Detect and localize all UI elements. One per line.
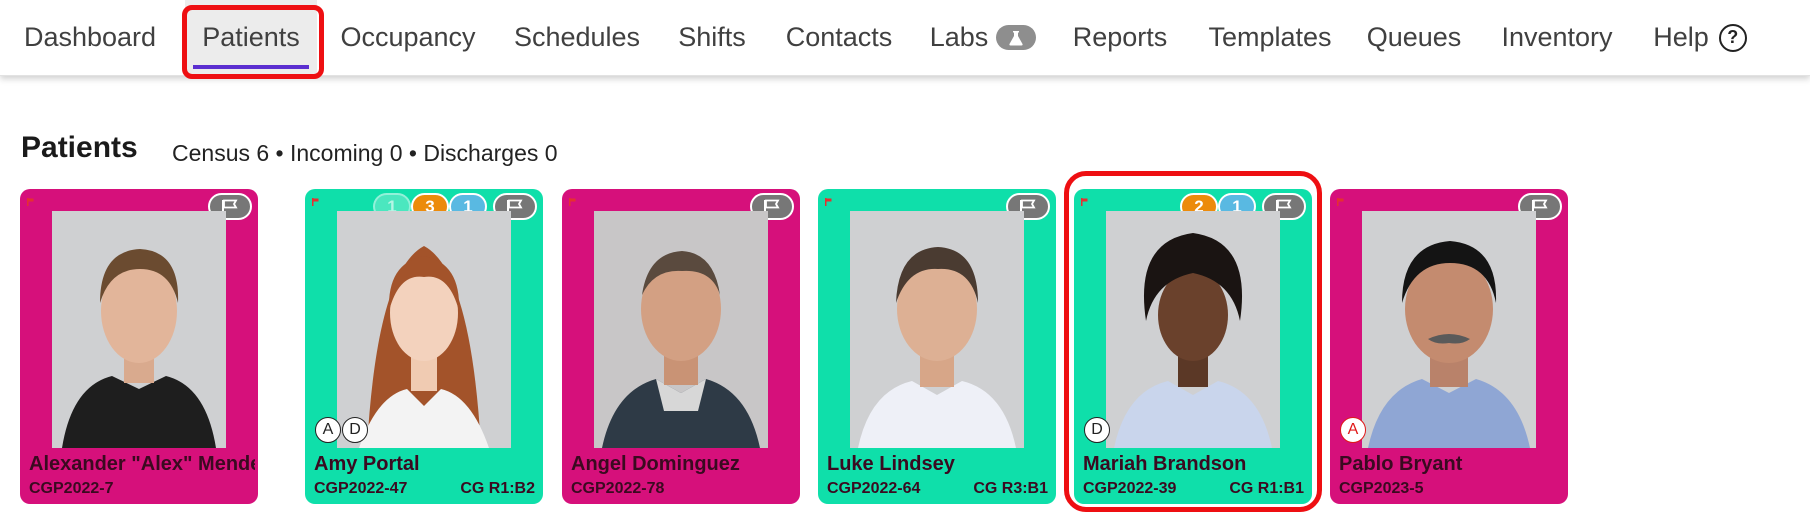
patient-card[interactable]: Angel Dominguez CGP2022-78 [562,189,800,504]
patient-id: CGP2022-64 [827,480,921,497]
nav-queues-label: Queues [1366,22,1462,52]
patient-name: Mariah Brandson [1083,453,1247,475]
nav-shifts-label: Shifts [678,22,746,52]
patient-bed: CG R1:B2 [460,480,535,497]
page-title: Patients [21,131,138,164]
patient-id: CGP2022-7 [29,480,114,497]
flask-icon [996,25,1037,50]
nav-help[interactable]: Help ? [1640,0,1760,75]
patient-name: Alexander "Alex" Mendez [29,453,255,475]
patient-photo [594,211,768,448]
patient-name: Angel Dominguez [571,453,740,475]
nav-reports[interactable]: Reports [1062,0,1178,75]
nav-occupancy-label: Occupancy [340,22,476,52]
nav-patients-label: Patients [202,22,300,52]
patient-photo [1362,211,1536,448]
nav-shifts[interactable]: Shifts [666,0,758,75]
patient-id: CGP2022-39 [1083,480,1177,497]
patient-id: CGP2023-5 [1339,480,1424,497]
nav-inventory-label: Inventory [1501,22,1613,52]
patient-name: Pablo Bryant [1339,453,1463,475]
nav-dashboard[interactable]: Dashboard [14,0,166,75]
patient-card[interactable]: A Pablo Bryant CGP2023-5 [1330,189,1568,504]
marker-a[interactable]: A [1340,417,1366,443]
marker-a[interactable]: A [315,417,341,443]
nav-reports-label: Reports [1072,22,1168,52]
tiny-flag-icon [1337,198,1344,206]
tiny-flag-icon [27,198,34,206]
nav-contacts[interactable]: Contacts [774,0,904,75]
nav-templates-label: Templates [1208,22,1332,52]
patient-card[interactable]: Alexander "Alex" Mendez CGP2022-7 [20,189,258,504]
marker-d[interactable]: D [1084,417,1110,443]
patient-photo [337,211,511,448]
top-navbar: Dashboard Patients Occupancy Schedules S… [0,0,1810,76]
patient-card[interactable]: Luke Lindsey CGP2022-64 CG R3:B1 [818,189,1056,504]
patient-card[interactable]: 1 3 1 A D Amy Portal CGP2022-47 CG R1:B2 [305,189,543,504]
nav-schedules[interactable]: Schedules [502,0,652,75]
patient-name: Amy Portal [314,453,420,475]
nav-occupancy[interactable]: Occupancy [329,0,487,75]
patient-name: Luke Lindsey [827,453,955,475]
nav-patients[interactable]: Patients [185,0,317,75]
patient-bed: CG R1:B1 [1229,480,1304,497]
marker-d[interactable]: D [342,417,368,443]
patient-bed: CG R3:B1 [973,480,1048,497]
nav-labs[interactable]: Labs [920,0,1046,75]
tiny-flag-icon [312,198,319,206]
tiny-flag-icon [825,198,832,206]
nav-dashboard-label: Dashboard [23,22,157,52]
patient-photo [52,211,226,448]
census-summary: Census 6 • Incoming 0 • Discharges 0 [172,140,558,166]
nav-help-label: Help [1653,22,1709,52]
tiny-flag-icon [1081,198,1088,206]
help-circle-icon: ? [1718,23,1747,52]
nav-labs-label: Labs [929,22,989,52]
patient-id: CGP2022-47 [314,480,408,497]
nav-inventory[interactable]: Inventory [1490,0,1624,75]
nav-contacts-label: Contacts [785,22,893,52]
patient-id: CGP2022-78 [571,480,665,497]
nav-schedules-label: Schedules [513,22,641,52]
patient-card[interactable]: 2 1 D Mariah Brandson CGP2022-39 CG R1:B… [1074,189,1312,504]
nav-queues[interactable]: Queues [1362,0,1466,75]
patient-photo [1106,211,1280,448]
nav-templates[interactable]: Templates [1196,0,1344,75]
patient-photo [850,211,1024,448]
tiny-flag-icon [569,198,576,206]
